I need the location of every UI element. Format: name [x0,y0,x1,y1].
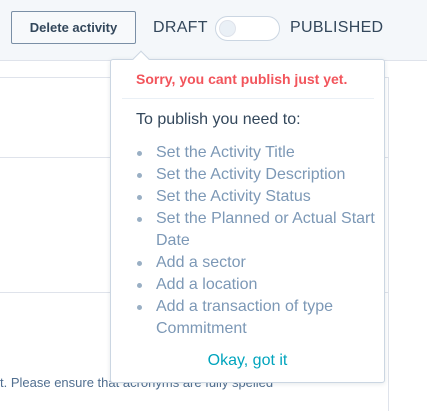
popover-divider [122,98,374,99]
list-item: Add a location [136,274,376,296]
top-toolbar: Delete activity DRAFT PUBLISHED [0,0,427,61]
list-item: Set the Activity Status [136,186,376,208]
toggle-knob [219,20,236,37]
okay-got-it-link[interactable]: Okay, got it [111,352,384,370]
published-label: PUBLISHED [290,19,384,36]
publish-requirements-popover: Sorry, you cant publish just yet. To pub… [110,59,385,383]
list-item: Set the Activity Description [136,164,376,186]
delete-activity-button[interactable]: Delete activity [11,11,136,44]
list-item: Set the Activity Title [136,142,376,164]
list-item: Set the Planned or Actual Start Date [136,208,376,252]
publish-toggle[interactable] [215,16,280,41]
list-item: Add a transaction of type Commitment [136,296,376,340]
draft-label: DRAFT [153,19,208,36]
popover-intro-text: To publish you need to: [136,111,301,128]
requirements-list: Set the Activity Title Set the Activity … [136,142,376,340]
list-item: Add a sector [136,252,376,274]
popover-error-title: Sorry, you cant publish just yet. [136,71,348,87]
